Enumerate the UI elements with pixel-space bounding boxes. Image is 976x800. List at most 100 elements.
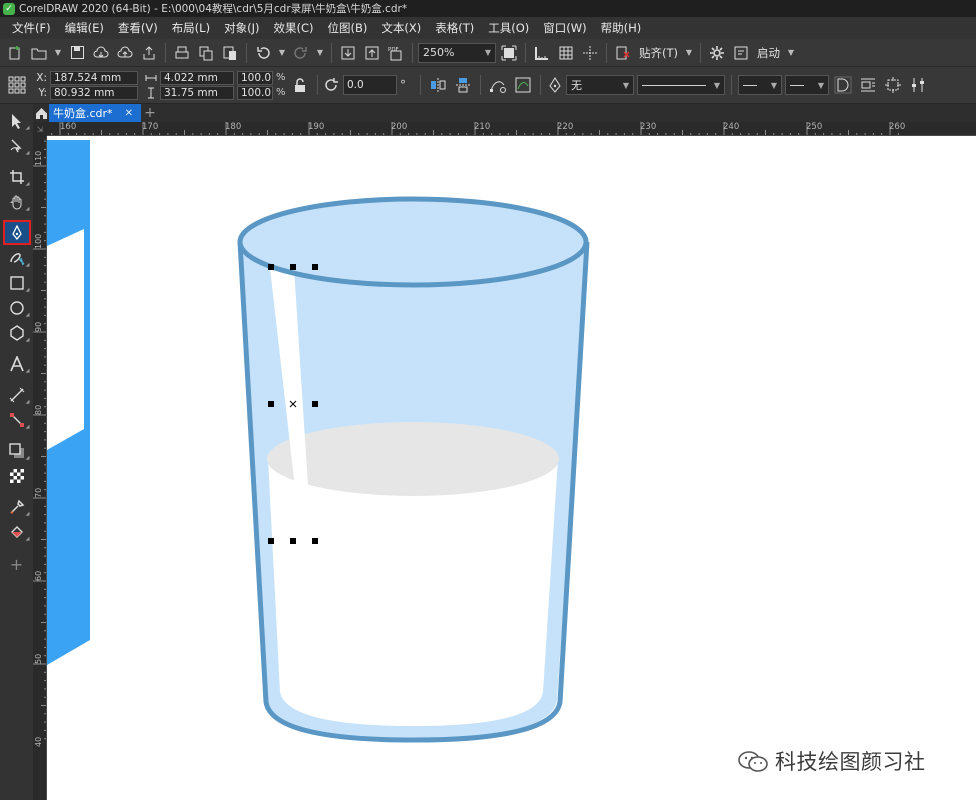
paste-button[interactable] <box>219 42 241 64</box>
height-input[interactable]: 31.75 mm <box>160 85 234 100</box>
save-button[interactable] <box>66 42 88 64</box>
share-button[interactable] <box>138 42 160 64</box>
polygon-tool[interactable]: ◢ <box>3 320 31 345</box>
y-position-input[interactable]: 80.932 mm <box>50 85 138 100</box>
close-icon[interactable]: ✕ <box>125 108 133 119</box>
pen-tool[interactable] <box>2 220 31 245</box>
pick-tool[interactable]: ◢ <box>3 108 31 133</box>
drawing-artwork <box>47 140 590 743</box>
new-tab-button[interactable]: + <box>141 104 159 122</box>
open-dropdown[interactable]: ▼ <box>52 42 64 64</box>
selection-handle[interactable] <box>268 264 274 270</box>
outline-position-button[interactable] <box>882 74 904 96</box>
menu-object[interactable]: 对象(J) <box>218 20 267 36</box>
alignment-guides-button[interactable] <box>612 42 634 64</box>
eyedropper-tool[interactable]: ◢ <box>3 494 31 519</box>
scale-x-input[interactable]: 100.0 <box>237 70 273 85</box>
horizontal-ruler[interactable]: 160 170 180 190 200 210 220 230 240 250 … <box>47 122 976 136</box>
selection-handle[interactable] <box>312 538 318 544</box>
menu-tools[interactable]: 工具(O) <box>482 20 537 36</box>
print-button[interactable] <box>171 42 193 64</box>
rotation-angle-input[interactable]: 0.0 <box>343 75 397 95</box>
tab-document[interactable]: 牛奶盒.cdr* ✕ <box>49 104 141 122</box>
menu-view[interactable]: 查看(V) <box>112 20 166 36</box>
milk-surface[interactable] <box>267 422 559 496</box>
selection-handle[interactable] <box>290 538 296 544</box>
open-button[interactable] <box>28 42 50 64</box>
menu-table[interactable]: 表格(T) <box>429 20 482 36</box>
artistic-media-tool[interactable]: ◢ <box>3 245 31 270</box>
outline-style-select[interactable]: ▼ <box>637 75 725 95</box>
selection-handle[interactable] <box>312 264 318 270</box>
customize-toolbox-button[interactable]: + <box>3 552 31 577</box>
vertical-ruler[interactable]: 110 100 90 80 70 60 50 40 <box>33 136 47 800</box>
glass-rim[interactable] <box>237 196 589 288</box>
start-arrowhead-select[interactable]: ▼ <box>738 75 782 95</box>
outline-color-select[interactable]: 无 ▼ <box>566 75 634 95</box>
rectangle-tool[interactable]: ◢ <box>3 270 31 295</box>
connector-tool[interactable]: ◢ <box>3 407 31 432</box>
wrap-text-button[interactable] <box>857 74 879 96</box>
undo-dropdown[interactable]: ▼ <box>276 42 288 64</box>
export-button[interactable] <box>361 42 383 64</box>
curve-options-button[interactable] <box>512 74 534 96</box>
ruler-origin[interactable]: ⇲ <box>33 122 47 136</box>
new-document-button[interactable] <box>4 42 26 64</box>
text-tool[interactable]: ◢ <box>3 351 31 376</box>
launch-dropdown[interactable]: ▼ <box>785 42 797 64</box>
cloud-download-button[interactable] <box>90 42 112 64</box>
import-button[interactable] <box>337 42 359 64</box>
object-origin-button[interactable] <box>4 74 30 96</box>
menu-help[interactable]: 帮助(H) <box>595 20 650 36</box>
menu-effects[interactable]: 效果(C) <box>267 20 321 36</box>
redo-dropdown[interactable]: ▼ <box>314 42 326 64</box>
copy-button[interactable] <box>195 42 217 64</box>
full-screen-preview-button[interactable] <box>498 42 520 64</box>
mirror-vertical-button[interactable] <box>452 74 474 96</box>
x-position-input[interactable]: 187.524 mm <box>50 70 138 85</box>
cloud-upload-button[interactable] <box>114 42 136 64</box>
publish-pdf-button[interactable]: PDF <box>385 42 407 64</box>
menu-file[interactable]: 文件(F) <box>6 20 59 36</box>
show-rulers-button[interactable] <box>531 42 553 64</box>
options-button[interactable] <box>706 42 728 64</box>
launch-app-button[interactable] <box>730 42 752 64</box>
redo-button[interactable] <box>290 42 312 64</box>
drawing-canvas[interactable] <box>47 136 976 800</box>
menu-window[interactable]: 窗口(W) <box>537 20 594 36</box>
selection-handle[interactable] <box>312 401 318 407</box>
pan-tool[interactable]: ◢ <box>3 189 31 214</box>
crop-tool[interactable]: ◢ <box>3 164 31 189</box>
milk-box-white-panel[interactable] <box>47 229 84 450</box>
snap-to-label[interactable]: 贴齐(T) <box>636 45 681 61</box>
transparency-tool[interactable] <box>3 463 31 488</box>
menu-bitmaps[interactable]: 位图(B) <box>321 20 375 36</box>
width-input[interactable]: 4.022 mm <box>160 70 234 85</box>
parallel-dimension-tool[interactable]: ◢ <box>3 382 31 407</box>
curve-smoothing-button[interactable] <box>907 74 929 96</box>
lock-ratio-button[interactable] <box>289 74 311 96</box>
drop-shadow-tool[interactable]: ◢ <box>3 438 31 463</box>
home-tab[interactable] <box>33 104 49 122</box>
auto-close-curve-button[interactable] <box>487 74 509 96</box>
selection-handle[interactable] <box>290 264 296 270</box>
undo-button[interactable] <box>252 42 274 64</box>
menu-edit[interactable]: 编辑(E) <box>59 20 112 36</box>
zoom-level-select[interactable]: 250% ▼ <box>418 42 496 63</box>
snap-to-dropdown[interactable]: ▼ <box>683 42 695 64</box>
ellipse-tool[interactable]: ◢ <box>3 295 31 320</box>
selection-handle[interactable] <box>268 401 274 407</box>
end-arrowhead-select[interactable]: ▼ <box>785 75 829 95</box>
milk-liquid[interactable] <box>268 458 558 726</box>
interactive-fill-tool[interactable]: ◢ <box>3 519 31 544</box>
close-curve-button[interactable] <box>832 74 854 96</box>
shape-tool[interactable]: ◢ <box>3 133 31 158</box>
menu-text[interactable]: 文本(X) <box>375 20 429 36</box>
scale-y-input[interactable]: 100.0 <box>237 85 273 100</box>
menu-layout[interactable]: 布局(L) <box>166 20 218 36</box>
mirror-horizontal-button[interactable] <box>427 74 449 96</box>
show-grid-button[interactable] <box>555 42 577 64</box>
show-guidelines-button[interactable] <box>579 42 601 64</box>
launch-label[interactable]: 启动 <box>754 45 783 61</box>
selection-handle[interactable] <box>268 538 274 544</box>
